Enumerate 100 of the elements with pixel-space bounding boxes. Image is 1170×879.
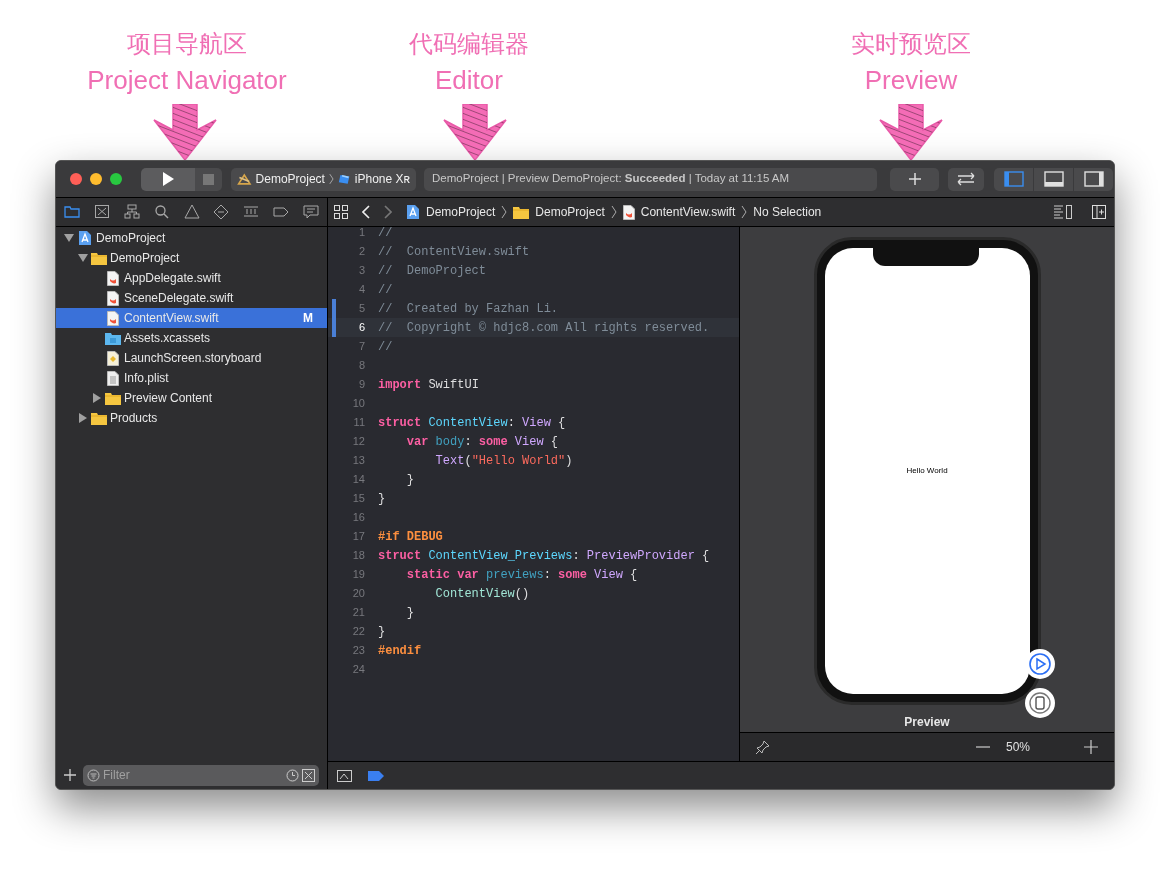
line-number: 5 — [358, 301, 365, 317]
line-number: 18 — [352, 548, 365, 564]
panel-icon — [1003, 171, 1024, 187]
play-circle-icon — [1029, 653, 1051, 675]
chevron-icon — [610, 205, 617, 219]
project-file-icon — [406, 204, 420, 220]
filter-field[interactable]: Filter — [83, 764, 319, 786]
tree-item[interactable]: Products — [56, 408, 327, 428]
minimap-icon[interactable] — [1054, 205, 1072, 219]
breakpoint-icon[interactable] — [368, 770, 384, 781]
window-control[interactable] — [110, 173, 122, 185]
file-name: DemoProject — [96, 230, 167, 247]
preview-text: Hello World — [906, 465, 948, 477]
code-line: // — [378, 227, 393, 242]
code-line: } — [405, 604, 414, 622]
tree-item[interactable]: LaunchScreen.storyboard — [56, 348, 327, 368]
tree-item[interactable]: Info.plist — [56, 368, 327, 388]
code-line: struct ContentView: View { — [378, 414, 566, 432]
disclosure-triangle-icon[interactable] — [92, 393, 101, 403]
path-item[interactable]: ContentView.swift — [640, 203, 736, 221]
device-icon — [1029, 692, 1051, 714]
path-item[interactable]: DemoProject — [426, 203, 496, 221]
folder-icon — [104, 391, 121, 405]
status-letter: M — [303, 310, 313, 327]
tree-item[interactable]: SceneDelegate.swift — [56, 288, 327, 308]
line-number: 4 — [358, 282, 365, 298]
path-item[interactable]: No Selection — [753, 203, 822, 221]
navigator-tab[interactable] — [121, 202, 142, 222]
folder-icon — [90, 251, 107, 265]
path-item[interactable]: DemoProject — [535, 203, 605, 221]
back-icon[interactable] — [362, 205, 370, 219]
navigator-icon — [273, 204, 290, 220]
file-name: AppDelegate.swift — [124, 270, 222, 287]
code-line: // ContentView.swift — [378, 243, 530, 261]
clock-icon[interactable] — [286, 768, 299, 782]
navigator-icon — [183, 204, 200, 220]
annotation-arrow — [443, 104, 507, 160]
code-line: #endif — [378, 642, 422, 660]
line-number: 22 — [352, 624, 365, 640]
swift-file-icon — [106, 270, 119, 286]
annotation-label: Preview — [864, 64, 958, 97]
disclosure-triangle-icon[interactable] — [78, 413, 87, 423]
filter-input[interactable]: Filter — [103, 766, 283, 784]
device-preview-button[interactable] — [1025, 688, 1055, 718]
line-number: 7 — [358, 339, 365, 355]
stop-icon — [203, 173, 214, 185]
line-number: 3 — [358, 263, 365, 279]
filter-icon — [87, 768, 100, 782]
close-icon[interactable] — [302, 768, 315, 782]
tree-item[interactable]: Preview Content — [56, 388, 327, 408]
navigator-icon — [213, 204, 230, 220]
forward-icon[interactable] — [384, 205, 392, 219]
tree-item[interactable]: Assets.xcassets — [56, 328, 327, 348]
code-line: Text("Hello World") — [434, 452, 573, 470]
file-name: Preview Content — [124, 390, 214, 407]
navigator-icon — [93, 204, 110, 220]
file-name: SceneDelegate.swift — [124, 290, 235, 307]
swap-button[interactable] — [948, 167, 984, 191]
navigator-tab[interactable] — [181, 202, 202, 222]
swift-file-icon — [622, 204, 635, 220]
grid-icon[interactable] — [334, 205, 348, 219]
code-line: ContentView() — [434, 585, 530, 603]
tree-item[interactable]: DemoProject — [56, 248, 327, 268]
zoom-in-icon[interactable] — [1084, 740, 1098, 754]
navigator-icon — [303, 204, 319, 220]
console-toggle-icon[interactable] — [337, 769, 352, 782]
file-name: Info.plist — [124, 370, 170, 387]
chevron-icon — [328, 172, 334, 186]
scheme-name[interactable]: DemoProject — [255, 170, 325, 188]
line-number: 2 — [358, 244, 365, 260]
tree-item[interactable]: ContentView.swift M — [56, 308, 327, 328]
code-line: // DemoProject — [378, 262, 487, 280]
window-control[interactable] — [90, 173, 102, 185]
library-button[interactable] — [890, 167, 939, 191]
file-name: DemoProject — [110, 250, 181, 267]
chevron-icon — [501, 205, 508, 219]
code-line: var body: some View { — [405, 433, 559, 451]
stop-button[interactable] — [195, 167, 222, 191]
plus-icon — [908, 173, 921, 185]
window-control[interactable] — [70, 173, 82, 185]
live-preview-button[interactable] — [1025, 649, 1055, 679]
device-name[interactable]: iPhone Xʀ — [354, 170, 410, 188]
annotation-title: 代码编辑器 — [409, 29, 529, 59]
panel-icon — [1043, 171, 1064, 187]
tree-item[interactable]: DemoProject — [56, 228, 327, 248]
search-icon — [153, 204, 170, 220]
pin-icon[interactable] — [756, 740, 770, 754]
disclosure-triangle-icon[interactable] — [63, 234, 74, 242]
add-editor-icon[interactable] — [1092, 205, 1106, 219]
tree-item[interactable]: AppDelegate.swift — [56, 268, 327, 288]
code-line: // Created by Fazhan Li. — [378, 300, 559, 318]
folder-icon — [90, 411, 107, 425]
line-number: 20 — [352, 586, 365, 602]
disclosure-triangle-icon[interactable] — [77, 254, 88, 262]
line-number: 23 — [352, 643, 365, 659]
run-button[interactable] — [141, 167, 195, 191]
code-line: struct ContentView_Previews: PreviewProvider { — [378, 547, 710, 565]
plus-icon[interactable] — [64, 769, 76, 781]
navigator-icon — [123, 204, 140, 220]
play-icon — [162, 172, 174, 186]
